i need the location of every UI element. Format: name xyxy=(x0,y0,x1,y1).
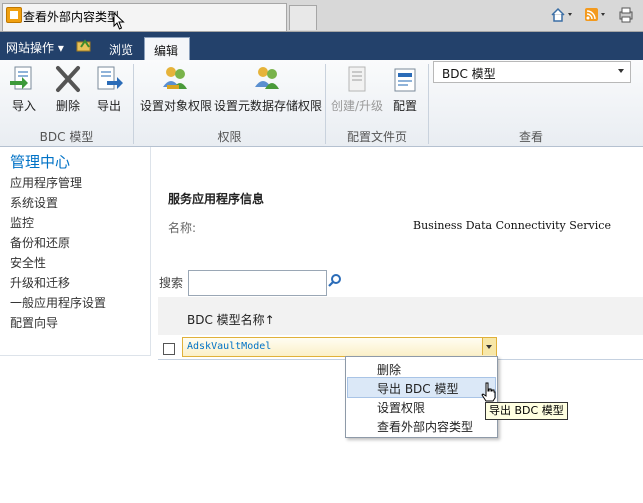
group-label-bdc-model: BDC 模型 xyxy=(39,130,94,144)
row-checkbox[interactable] xyxy=(163,343,175,355)
nav-item-system-settings[interactable]: 系统设置 xyxy=(10,194,58,211)
page-favicon-icon xyxy=(6,7,22,23)
column-header-bdc-model-name[interactable]: BDC 模型名称↑ xyxy=(187,311,275,328)
nav-item-app-management[interactable]: 应用程序管理 xyxy=(10,174,82,191)
menu-item-view-external-content-types[interactable]: 查看外部内容类型 xyxy=(347,416,496,435)
delete-x-icon xyxy=(52,63,84,95)
tab-edit[interactable]: 编辑 xyxy=(144,37,190,61)
group-label-permissions: 权限 xyxy=(217,130,242,144)
view-select-dropdown[interactable]: BDC 模型 xyxy=(433,61,631,83)
model-name-link[interactable]: AdskVaultModel xyxy=(187,341,271,352)
users-key-icon xyxy=(159,63,191,95)
search-input[interactable] xyxy=(188,270,327,296)
rss-icon[interactable] xyxy=(583,6,607,24)
group-label-view: 查看 xyxy=(518,130,543,144)
tab-browse[interactable]: 浏览 xyxy=(109,41,133,58)
ribbon-tab-bar: 网站操作 ▾ 浏览 xyxy=(0,32,643,60)
configure-page-icon xyxy=(389,63,421,95)
nav-title-central-admin[interactable]: 管理中心 xyxy=(10,151,70,172)
set-metadata-permissions-button[interactable]: 设置元数据存储权限 xyxy=(214,63,322,114)
home-icon[interactable] xyxy=(549,6,573,24)
nav-item-monitoring[interactable]: 监控 xyxy=(10,214,34,231)
tooltip: 导出 BDC 模型 xyxy=(485,402,568,420)
browser-tab-title: 查看外部内容类型 xyxy=(23,10,120,24)
users-database-icon xyxy=(251,63,283,95)
site-actions-menu[interactable]: 网站操作 ▾ xyxy=(6,39,64,56)
menu-item-export-bdc-model[interactable]: 导出 BDC 模型 xyxy=(347,377,496,398)
search-icon[interactable] xyxy=(328,273,342,287)
arrow-cursor-icon xyxy=(113,12,125,30)
configure-button[interactable]: 配置 xyxy=(389,63,421,114)
create-upgrade-button[interactable]: 创建/升级 xyxy=(330,63,384,114)
search-label: 搜索 xyxy=(159,276,184,290)
name-value: Business Data Connectivity Service xyxy=(413,219,611,232)
delete-button[interactable]: 删除 xyxy=(50,63,86,114)
profile-page-icon xyxy=(341,63,373,95)
print-icon[interactable] xyxy=(617,6,639,24)
import-icon xyxy=(8,63,40,95)
nav-item-security[interactable]: 安全性 xyxy=(10,254,46,271)
set-object-permissions-button[interactable]: 设置对象权限 xyxy=(140,63,212,114)
group-label-profile-pages: 配置文件页 xyxy=(346,130,407,144)
new-tab-button[interactable] xyxy=(289,5,317,30)
import-button[interactable]: 导入 xyxy=(6,63,42,114)
name-label: 名称: xyxy=(168,221,197,235)
nav-item-upgrade-migration[interactable]: 升级和迁移 xyxy=(10,274,70,291)
nav-item-backup-restore[interactable]: 备份和还原 xyxy=(10,234,70,251)
nav-item-config-wizards[interactable]: 配置向导 xyxy=(10,314,58,331)
row-menu-chevron-icon[interactable] xyxy=(482,338,496,355)
export-icon xyxy=(93,63,125,95)
export-button[interactable]: 导出 xyxy=(91,63,127,114)
menu-item-delete[interactable]: 删除 xyxy=(347,359,496,378)
chevron-down-icon xyxy=(618,69,624,73)
section-title: 服务应用程序信息 xyxy=(168,192,265,206)
nav-item-general-settings[interactable]: 一般应用程序设置 xyxy=(10,294,106,311)
context-menu: 删除 导出 BDC 模型 设置权限 查看外部内容类型 xyxy=(345,356,498,438)
menu-item-set-permissions[interactable]: 设置权限 xyxy=(347,397,496,416)
hand-cursor-icon xyxy=(481,382,496,402)
navigate-up-icon[interactable] xyxy=(76,38,92,52)
